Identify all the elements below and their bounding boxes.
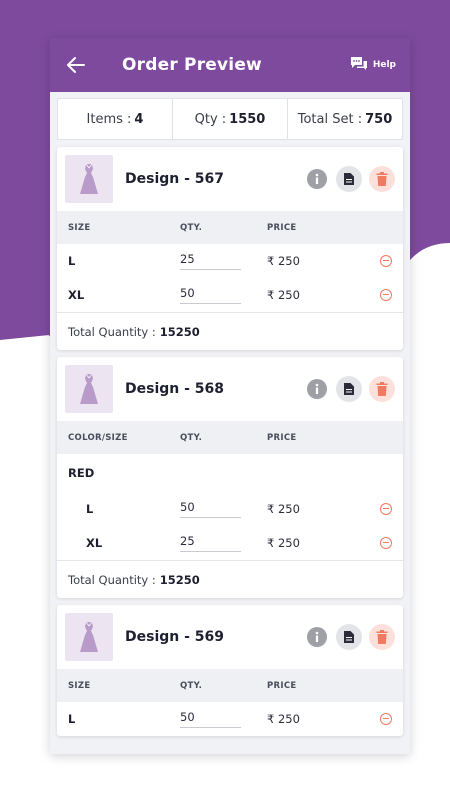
dress-thumbnail-icon[interactable] <box>65 365 113 413</box>
price-label: ₹ 250 <box>267 288 300 302</box>
page-title: Order Preview <box>122 55 262 75</box>
help-label: Help <box>372 60 396 70</box>
qty-input[interactable]: 25 <box>180 534 241 552</box>
chat-icon <box>349 55 369 76</box>
qty-input[interactable]: 50 <box>180 500 241 518</box>
qty-input[interactable]: 50 <box>180 710 241 728</box>
table-header: SIZE QTY. PRICE <box>57 669 403 702</box>
info-icon[interactable] <box>307 169 327 189</box>
qty-count: Qty :1550 <box>173 99 288 139</box>
remove-row-icon[interactable] <box>380 537 392 549</box>
price-label: ₹ 250 <box>267 536 300 550</box>
remove-row-icon[interactable] <box>380 289 392 301</box>
help-button[interactable]: Help <box>349 55 396 76</box>
design-name: Design - 567 <box>125 171 225 187</box>
delete-icon[interactable] <box>369 166 395 192</box>
color-group-label: RED <box>68 466 95 480</box>
table-row: L 25 ₹ 250 <box>57 244 403 278</box>
remove-row-icon[interactable] <box>380 503 392 515</box>
size-label: XL <box>68 288 85 302</box>
qty-input[interactable]: 50 <box>180 286 241 304</box>
info-icon[interactable] <box>307 627 327 647</box>
price-label: ₹ 250 <box>267 502 300 516</box>
table-row: L 50 ₹ 250 <box>57 702 403 736</box>
total-quantity: Total Quantity :15250 <box>57 312 403 350</box>
dress-thumbnail-icon[interactable] <box>65 613 113 661</box>
info-icon[interactable] <box>307 379 327 399</box>
size-label: L <box>86 502 94 516</box>
design-card: Design - 569 SIZE QTY. PRICE L 50 ₹ 250 <box>57 605 403 736</box>
design-card: Design - 568 COLOR/SIZE QTY. PRICE RED L… <box>57 357 403 598</box>
size-label: L <box>68 712 76 726</box>
price-label: ₹ 250 <box>267 254 300 268</box>
app-bar: Order Preview Help <box>50 38 410 92</box>
size-label: XL <box>86 536 103 550</box>
delete-icon[interactable] <box>369 376 395 402</box>
total-quantity: Total Quantity :15250 <box>57 560 403 598</box>
delete-icon[interactable] <box>369 624 395 650</box>
price-label: ₹ 250 <box>267 712 300 726</box>
document-icon[interactable] <box>336 166 362 192</box>
total-set-count: Total Set :750 <box>297 111 393 127</box>
document-icon[interactable] <box>336 376 362 402</box>
table-header: SIZE QTY. PRICE <box>57 211 403 244</box>
design-card: Design - 567 SIZE QTY. PRICE L 25 ₹ 250 … <box>57 147 403 350</box>
qty-input[interactable]: 25 <box>180 252 241 270</box>
table-row: XL 50 ₹ 250 <box>57 278 403 312</box>
size-label: L <box>68 254 76 268</box>
order-summary: Items :4 Qty :1550 Total Set :750 <box>57 98 403 140</box>
design-name: Design - 569 <box>125 629 225 645</box>
table-row: XL 25 ₹ 250 <box>57 526 403 560</box>
table-row: L 50 ₹ 250 <box>57 492 403 526</box>
items-count: Items :4 <box>58 99 173 139</box>
back-arrow-icon[interactable] <box>64 53 88 77</box>
table-header: COLOR/SIZE QTY. PRICE <box>57 421 403 454</box>
design-name: Design - 568 <box>125 381 225 397</box>
remove-row-icon[interactable] <box>380 713 392 725</box>
remove-row-icon[interactable] <box>380 255 392 267</box>
dress-thumbnail-icon[interactable] <box>65 155 113 203</box>
document-icon[interactable] <box>336 624 362 650</box>
app-screen: Order Preview Help Items :4 Qty :1550 To… <box>50 38 410 754</box>
